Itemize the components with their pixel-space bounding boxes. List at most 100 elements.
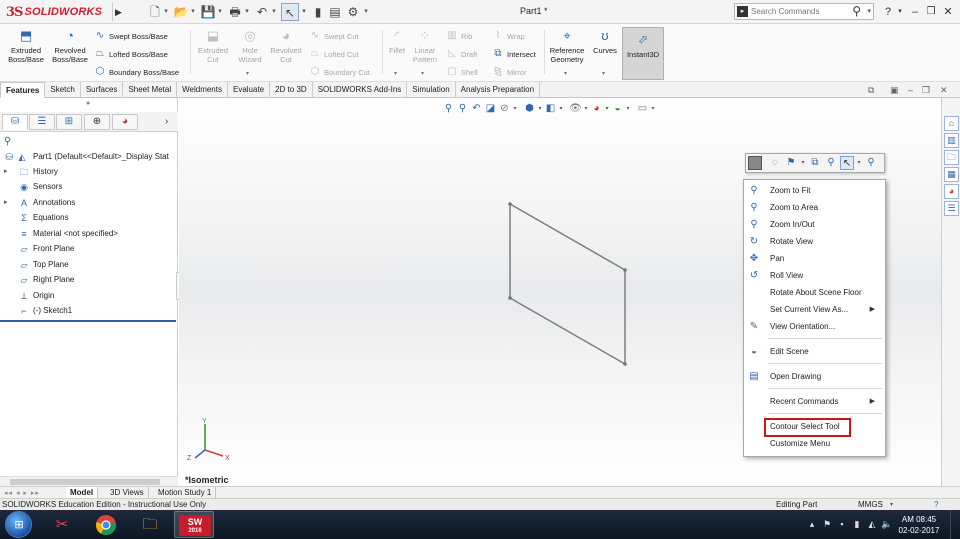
options-gear-icon[interactable]: ⚙	[344, 3, 362, 21]
expand-arrow-icon[interactable]: ▸	[4, 196, 8, 210]
save-icon[interactable]: 💾	[199, 3, 217, 21]
ctx-dropdown-icon[interactable]: ▾	[800, 156, 806, 170]
instant3d-button[interactable]: ⬀ Instant3D	[622, 27, 664, 80]
save-dropdown-icon[interactable]: ▾	[216, 3, 224, 21]
linear-pattern-button[interactable]: ⁘ Linear Pattern	[410, 28, 440, 64]
lasso-select-icon[interactable]: ◌	[768, 156, 782, 170]
system-clock[interactable]: AM 08:45 02-02-2017	[894, 514, 944, 536]
design-library-icon[interactable]: ▥	[944, 133, 959, 148]
section-view-icon[interactable]: ◪	[484, 101, 497, 117]
curves-dropdown-icon[interactable]: ▾	[602, 70, 605, 77]
horizontal-scrollbar[interactable]	[0, 476, 178, 486]
doc-cascade-icon[interactable]: ▣	[890, 85, 899, 96]
show-desktop-button[interactable]	[950, 510, 960, 539]
tab-evaluate[interactable]: Evaluate	[228, 82, 271, 98]
hud-dropdown-icon[interactable]: ▾	[583, 101, 589, 117]
tree-item-right-plane[interactable]: ▱ Right Plane	[0, 273, 178, 287]
menu-item-zoom-to-fit[interactable]: ⚲ Zoom to Fit	[744, 183, 885, 199]
tree-item-equations[interactable]: Σ Equations	[0, 211, 178, 225]
help-icon[interactable]: ?	[882, 3, 894, 21]
menu-item-zoom-to-area[interactable]: ⚲ Zoom to Area	[744, 200, 885, 216]
zoom-to-fit-icon[interactable]: ⚲	[442, 101, 455, 117]
edit-appearance-icon[interactable]: ◕	[590, 101, 603, 117]
reference-geometry-dropdown-icon[interactable]: ▾	[564, 70, 567, 77]
view-palette-icon[interactable]: ▦	[944, 167, 959, 182]
menu-item-pan[interactable]: ✥ Pan	[744, 251, 885, 267]
ctx-dropdown-icon[interactable]: ▾	[856, 156, 862, 170]
select-dropdown-icon[interactable]: ▾	[300, 3, 308, 21]
open-folder-icon[interactable]: 📂	[172, 3, 190, 21]
tray-expand-icon[interactable]: ▴	[806, 518, 818, 530]
scrollbar-thumb[interactable]	[10, 479, 160, 485]
menu-item-zoom-in-out[interactable]: ⚲ Zoom In/Out	[744, 217, 885, 233]
doc-close-icon[interactable]: ✕	[940, 85, 948, 96]
start-button[interactable]: ⊞	[5, 511, 32, 538]
hole-wizard-button[interactable]: ◎ Hole Wizard	[231, 28, 269, 64]
expand-arrow-icon[interactable]: ▸	[4, 165, 8, 179]
curves-button[interactable]: ʊ Curves	[590, 28, 620, 55]
tab-features[interactable]: Features	[0, 82, 46, 98]
volume-icon[interactable]: 🔈	[881, 518, 893, 530]
flag-icon[interactable]: ⚑	[821, 518, 833, 530]
dimxpert-tab-icon[interactable]: ⊕	[84, 114, 110, 130]
view-settings-icon[interactable]: ▭	[636, 101, 649, 117]
print-icon[interactable]: 🖶	[226, 3, 244, 21]
sketch-point[interactable]	[623, 362, 627, 366]
hud-dropdown-icon[interactable]: ▾	[650, 101, 656, 117]
tray-app-icon[interactable]: ▪	[836, 518, 848, 530]
tray-program-icon[interactable]: ◭	[866, 518, 878, 530]
snipping-tool-icon[interactable]: ✂	[42, 511, 82, 538]
propertymanager-tab-icon[interactable]: ☰	[29, 114, 55, 130]
sketch-rectangle[interactable]	[509, 202, 626, 366]
revolved-boss-button[interactable]: ◔ Revolved Boss/Base	[48, 28, 92, 64]
hud-dropdown-icon[interactable]: ▾	[537, 101, 543, 117]
fillet-button[interactable]: ◜ Fillet	[384, 28, 410, 55]
solidworks-resources-icon[interactable]: ⌂	[944, 116, 959, 131]
menu-expand-arrow-icon[interactable]: ▶	[112, 3, 124, 21]
sketch-point[interactable]	[508, 296, 512, 300]
mirror-button[interactable]: ⧎ Mirror	[492, 66, 527, 78]
tab-weldments[interactable]: Weldments	[177, 82, 228, 98]
lofted-cut-button[interactable]: ⏢ Lofted Cut	[309, 48, 359, 60]
doc-tile-icon[interactable]: ⧉	[868, 85, 874, 96]
doc-restore-icon[interactable]: ❐	[922, 85, 930, 96]
filter-icon[interactable]: ⚲	[4, 136, 11, 147]
tree-item-annotations[interactable]: ▸ A Annotations	[0, 196, 178, 210]
boundary-boss-button[interactable]: ⬡ Boundary Boss/Base	[94, 66, 179, 78]
minimize-icon[interactable]: –	[908, 3, 922, 21]
panel-resize-handle-icon[interactable]: ●	[86, 100, 90, 107]
open-dropdown-icon[interactable]: ▾	[189, 3, 197, 21]
print-dropdown-icon[interactable]: ▾	[243, 3, 251, 21]
apply-scene-icon[interactable]: ◒	[611, 101, 624, 117]
search-input[interactable]	[751, 5, 849, 18]
select-tool-icon[interactable]: ⚑	[784, 156, 798, 170]
tab-solidworks-addins[interactable]: SOLIDWORKS Add-Ins	[313, 82, 408, 98]
view-orientation-icon[interactable]: ⬢	[523, 101, 536, 117]
more-tabs-arrow-icon[interactable]: ›	[165, 116, 168, 127]
sketch-point[interactable]	[623, 268, 627, 272]
menu-item-roll-view[interactable]: ↺ Roll View	[744, 268, 885, 284]
tree-item-front-plane[interactable]: ▱ Front Plane	[0, 242, 178, 256]
menu-item-rotate-view[interactable]: ↻ Rotate View	[744, 234, 885, 250]
featuremanager-tab-icon[interactable]: ⛁	[2, 114, 28, 130]
hud-dropdown-icon[interactable]: ▾	[604, 101, 610, 117]
rebuild-traffic-light-icon[interactable]: ▮	[309, 3, 327, 21]
undo-icon[interactable]: ↶	[253, 3, 271, 21]
rollback-bar[interactable]	[0, 320, 176, 322]
menu-item-customize-menu[interactable]: Customize Menu	[744, 436, 885, 452]
shell-button[interactable]: ▢ Shell	[446, 66, 477, 78]
select-cursor-icon[interactable]: ↖	[840, 156, 854, 170]
tab-analysis-preparation[interactable]: Analysis Preparation	[456, 82, 541, 98]
tab-navigation-arrows-icon[interactable]: ◂◂ ◂ ▸ ▸▸	[4, 489, 40, 497]
revolved-cut-button[interactable]: ◕ Revolved Cut	[267, 28, 305, 64]
command-search-icon[interactable]: ▸	[737, 6, 748, 17]
boundary-cut-button[interactable]: ⬡ Boundary Cut	[309, 66, 370, 78]
doc-minimize-icon[interactable]: –	[908, 85, 913, 95]
menu-item-view-orientation[interactable]: ✎ View Orientation...	[744, 319, 885, 335]
menu-item-edit-scene[interactable]: ◒ Edit Scene	[744, 344, 885, 360]
draft-button[interactable]: ◺ Draft	[446, 48, 477, 60]
network-icon[interactable]: ▮	[851, 518, 863, 530]
tab-simulation[interactable]: Simulation	[407, 82, 456, 98]
magnifying-glass-icon[interactable]: ⚲	[864, 156, 878, 170]
sketch-point[interactable]	[508, 202, 512, 206]
